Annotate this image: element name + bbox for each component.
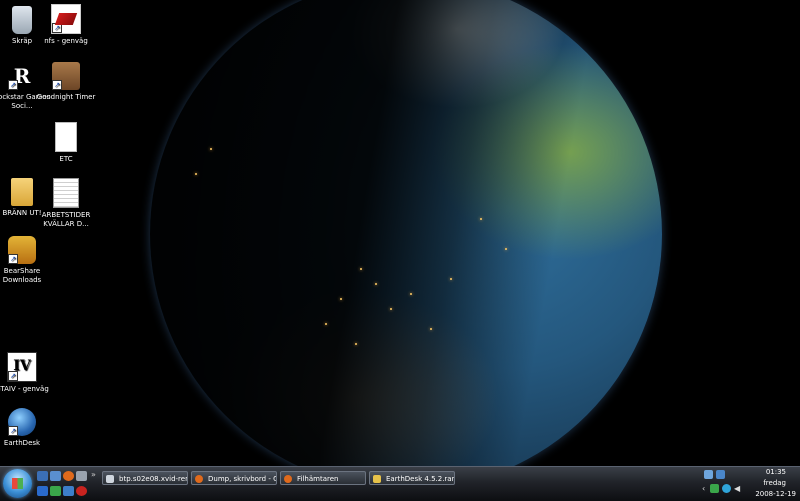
shortcut-arrow-icon: ↗ <box>52 23 62 33</box>
desktop-icon-nfs[interactable]: ↗ nfs - genväg <box>36 4 96 46</box>
bearshare-icon: ↗ <box>8 236 36 264</box>
clock-date[interactable]: 2008-12-19 <box>755 490 796 498</box>
task-label: btp.s02e08.xvid-rem... <box>119 475 187 483</box>
timer-icon: ↗ <box>52 62 80 90</box>
task-label: EarthDesk 4.5.2.rar <box>386 475 455 483</box>
volume-icon[interactable]: ◀ <box>734 484 743 493</box>
shortcut-arrow-icon: ↗ <box>8 254 18 264</box>
desktop-icon-bearshare[interactable]: ↗ BearShare Downloads <box>0 236 52 285</box>
firefox-icon[interactable] <box>63 471 74 481</box>
drive-icon[interactable] <box>76 471 87 481</box>
start-button[interactable] <box>3 469 32 498</box>
quick-launch-overflow[interactable]: » <box>91 470 96 479</box>
switch-windows-icon[interactable] <box>50 471 61 481</box>
utorrent-tray-icon[interactable] <box>710 484 719 493</box>
desktop-icon-arbetstider[interactable]: ARBETSTIDER KVÄLLAR D... <box>36 178 96 229</box>
firefox-icon <box>195 475 203 483</box>
system-tray: ‹ ◀ 01:35 fredag 2008-12-19 <box>700 467 800 501</box>
task-filhamtaren[interactable]: Filhämtaren <box>280 471 366 485</box>
icon-label: ARBETSTIDER KVÄLLAR D... <box>41 211 91 228</box>
task-earthdesk-rar[interactable]: EarthDesk 4.5.2.rar <box>369 471 455 485</box>
shortcut-arrow-icon: ↗ <box>52 80 62 90</box>
icon-label: Goodnight Timer <box>36 93 96 101</box>
task-btp-xvid[interactable]: btp.s02e08.xvid-rem... <box>102 471 188 485</box>
shortcut-arrow-icon: ↗ <box>8 371 18 381</box>
task-label: Filhämtaren <box>297 475 339 483</box>
messenger-icon[interactable] <box>63 486 74 496</box>
gta-icon: IV ↗ <box>7 352 37 382</box>
earthdesk-icon: ↗ <box>8 408 36 436</box>
tray-expand-icon[interactable]: ‹ <box>702 484 705 493</box>
icon-label: BearShare Downloads <box>2 267 42 284</box>
media-player-icon[interactable] <box>37 486 48 496</box>
desktop: Skräp ↗ nfs - genväg R↗ Rockstar Games S… <box>0 0 800 466</box>
night-shadow <box>150 0 662 466</box>
network-icon[interactable] <box>704 470 713 479</box>
firefox-icon <box>284 475 292 483</box>
desktop-icon-earthdesk[interactable]: ↗ EarthDesk <box>0 408 52 448</box>
icon-label: EarthDesk <box>3 439 41 447</box>
desktop-icon-gtaiv[interactable]: IV ↗ GTAIV - genväg <box>0 352 52 394</box>
video-file-icon <box>106 475 114 483</box>
archive-icon <box>373 475 381 483</box>
recycle-bin-icon <box>12 6 32 34</box>
desktop-icon-goodnight-timer[interactable]: ↗ Goodnight Timer <box>36 62 96 102</box>
earth-wallpaper <box>150 0 662 466</box>
task-dump-skrivbord[interactable]: Dump, skrivbord - G... <box>191 471 277 485</box>
shortcut-arrow-icon: ↗ <box>8 426 18 436</box>
folder-icon <box>11 178 33 206</box>
icon-label: nfs - genväg <box>44 37 88 45</box>
desktop-icon-etc[interactable]: ETC <box>36 122 96 164</box>
network-2-icon[interactable] <box>716 470 725 479</box>
icon-label: ETC <box>59 155 73 163</box>
taskbar: » btp.s02e08.xvid-rem... Dump, skrivbord… <box>0 466 800 501</box>
document-icon <box>55 122 77 152</box>
clock-day[interactable]: fredag <box>763 479 786 487</box>
show-desktop-icon[interactable] <box>37 471 48 481</box>
utorrent-icon[interactable] <box>50 486 61 496</box>
opera-icon[interactable] <box>76 486 87 496</box>
shortcut-arrow-icon: ↗ <box>8 80 18 90</box>
icon-label: Skräp <box>11 37 33 45</box>
rockstar-icon: R ↗ <box>8 62 36 90</box>
icon-label: GTAIV - genväg <box>0 385 49 393</box>
skype-tray-icon[interactable] <box>722 484 731 493</box>
clock-time[interactable]: 01:35 <box>766 468 786 476</box>
nfs-shortcut-icon: ↗ <box>51 4 81 34</box>
task-label: Dump, skrivbord - G... <box>208 475 276 483</box>
spreadsheet-icon <box>53 178 79 208</box>
